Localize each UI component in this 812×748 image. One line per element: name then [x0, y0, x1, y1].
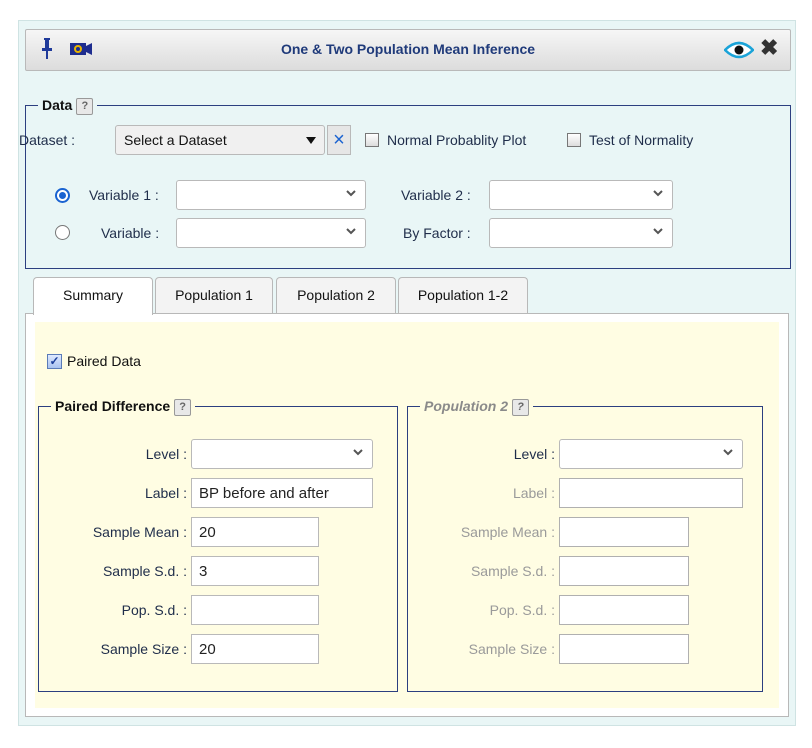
variable1-label: Variable 1 :	[89, 187, 159, 203]
pop2-sample-sd-label: Sample S.d. :	[470, 563, 555, 579]
data-section: Data?	[25, 97, 791, 269]
chevron-down-icon	[653, 190, 663, 197]
pop2-sample-size-input[interactable]	[559, 634, 689, 664]
normality-test-label: Test of Normality	[589, 132, 694, 148]
tab-content: ✓ Paired Data Paired Difference? Level :…	[25, 313, 789, 717]
pop2-label-label: Label :	[512, 485, 555, 501]
sample-mean-label: Sample Mean :	[92, 524, 187, 540]
pop2-sample-sd-input[interactable]	[559, 556, 689, 586]
dataset-label: Dataset :	[19, 132, 76, 148]
help-icon[interactable]: ?	[76, 97, 94, 115]
pop-sd-label: Pop. S.d. :	[121, 602, 187, 618]
label-label: Label :	[144, 485, 187, 501]
chevron-down-icon	[723, 449, 733, 456]
eye-icon[interactable]	[723, 40, 755, 63]
normality-test-checkbox[interactable]	[567, 133, 581, 147]
pop2-pop-sd-label: Pop. S.d. :	[489, 602, 555, 618]
title-bar: One & Two Population Mean Inference ✖	[25, 29, 791, 71]
dropdown-arrow-icon	[306, 137, 316, 144]
close-icon[interactable]: ✖	[760, 36, 778, 60]
normal-plot-checkbox[interactable]	[365, 133, 379, 147]
population-2-legend: Population 2?	[420, 398, 533, 416]
paired-data-checkbox[interactable]: ✓	[47, 354, 62, 369]
pop2-label-input[interactable]	[559, 478, 743, 508]
chevron-down-icon	[653, 228, 663, 235]
pop2-sample-mean-label: Sample Mean :	[460, 524, 555, 540]
variable2-select[interactable]	[489, 180, 673, 210]
level-select[interactable]	[191, 439, 373, 469]
variable1-select[interactable]	[176, 180, 366, 210]
help-icon[interactable]: ?	[512, 398, 529, 416]
variable2-label: Variable 2 :	[401, 187, 471, 203]
tab-summary[interactable]: Summary	[33, 277, 153, 315]
chevron-down-icon	[346, 228, 356, 235]
pop2-sample-size-label: Sample Size :	[468, 641, 555, 657]
level-label: Level :	[145, 446, 187, 462]
sample-sd-label: Sample S.d. :	[102, 563, 187, 579]
sample-sd-input[interactable]: 3	[191, 556, 319, 586]
tab-population-1[interactable]: Population 1	[155, 277, 273, 313]
clear-dataset-button[interactable]: ×	[327, 125, 351, 155]
data-legend: Data?	[38, 97, 97, 115]
sample-mean-input[interactable]: 20	[191, 517, 319, 547]
dataset-select[interactable]: Select a Dataset	[115, 125, 325, 155]
pop2-level-select[interactable]	[559, 439, 743, 469]
clear-icon: ×	[333, 129, 345, 151]
help-icon[interactable]: ?	[174, 398, 192, 416]
pop2-sample-mean-input[interactable]	[559, 517, 689, 547]
paired-data-label: Paired Data	[67, 353, 141, 369]
dialog-panel: One & Two Population Mean Inference ✖ Da…	[18, 20, 796, 726]
variable-radio[interactable]	[55, 225, 70, 240]
window-title: One & Two Population Mean Inference	[280, 41, 536, 57]
variable-label: Variable :	[101, 225, 160, 241]
chevron-down-icon	[346, 190, 356, 197]
pop2-pop-sd-input[interactable]	[559, 595, 689, 625]
variable1-radio[interactable]	[55, 188, 70, 203]
paired-difference-legend: Paired Difference?	[51, 398, 195, 416]
sample-size-label: Sample Size :	[100, 641, 187, 657]
tab-population-2[interactable]: Population 2	[276, 277, 396, 313]
sample-size-input[interactable]: 20	[191, 634, 319, 664]
normal-plot-label: Normal Probablity Plot	[387, 132, 527, 148]
by-factor-label: By Factor :	[403, 225, 471, 241]
pop2-level-label: Level :	[513, 446, 555, 462]
tab-population-1-2[interactable]: Population 1-2	[398, 277, 528, 313]
by-factor-select[interactable]	[489, 218, 673, 248]
pop-sd-input[interactable]	[191, 595, 319, 625]
label-input[interactable]: BP before and after	[191, 478, 373, 508]
variable-select[interactable]	[176, 218, 366, 248]
chevron-down-icon	[353, 449, 363, 456]
summary-pane: ✓ Paired Data Paired Difference? Level :…	[35, 322, 779, 708]
